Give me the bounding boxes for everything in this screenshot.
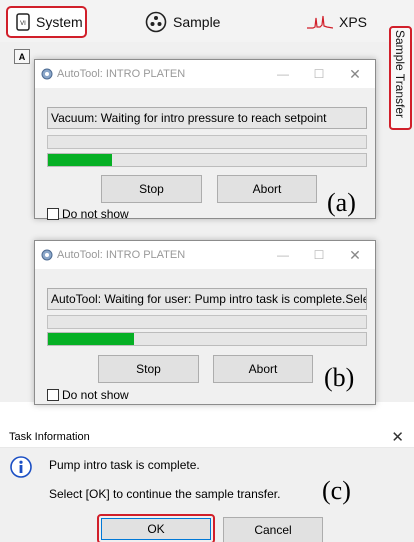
checkbox-label: Do not show: [62, 207, 129, 221]
dialog-a-title: AutoTool: INTRO PLATEN: [57, 68, 186, 80]
tab-system[interactable]: VI System: [6, 6, 87, 38]
do-not-show-checkbox-a[interactable]: Do not show: [47, 207, 129, 221]
checkbox-box[interactable]: [47, 208, 59, 220]
svg-text:VI: VI: [20, 21, 26, 27]
autotool-dialog-a: AutoTool: INTRO PLATEN — ☐ ✕ Vacuum: Wai…: [34, 59, 376, 221]
ok-button[interactable]: OK: [101, 518, 211, 540]
close-icon[interactable]: ✕: [337, 60, 373, 88]
dialog-b-message: AutoTool: Waiting for user: Pump intro t…: [47, 288, 367, 310]
info-icon: [10, 456, 32, 481]
abort-button[interactable]: Abort: [213, 355, 313, 383]
dialog-a-empty-bar: [47, 135, 367, 149]
zoom-tool-icon[interactable]: A: [14, 49, 30, 64]
side-tab-sample-transfer[interactable]: Sample Transfer: [389, 26, 412, 130]
top-tab-bar: VI System Sample XPS: [0, 0, 414, 42]
spectrum-icon: [307, 14, 333, 30]
task-dialog-title: Task Information: [9, 431, 90, 443]
maximize-icon[interactable]: ☐: [301, 60, 337, 88]
task-dialog-titlebar[interactable]: Task Information ✕: [0, 426, 414, 448]
dialog-a-progress-bar: [47, 153, 367, 167]
tab-xps-label: XPS: [339, 14, 368, 30]
gear-app-icon: [41, 68, 53, 80]
dialog-b-titlebar[interactable]: AutoTool: INTRO PLATEN — ☐ ✕: [35, 241, 375, 269]
minimize-icon[interactable]: —: [265, 241, 301, 269]
dialog-b-progress-bar: [47, 332, 367, 346]
stop-button[interactable]: Stop: [98, 355, 199, 383]
dialog-a-progress-fill: [48, 154, 112, 166]
monitor-icon: VI: [16, 13, 30, 31]
side-tab-label: Sample Transfer: [393, 30, 407, 119]
tab-sample-label: Sample: [173, 14, 221, 30]
do-not-show-checkbox-b[interactable]: Do not show: [47, 388, 129, 402]
ok-button-highlight[interactable]: OK: [97, 514, 215, 542]
panel-label-b: (b): [324, 363, 355, 392]
close-icon[interactable]: ✕: [337, 241, 373, 269]
panel-label-c: (c): [322, 476, 351, 505]
task-message-line1: Pump intro task is complete.: [49, 458, 200, 472]
cancel-button[interactable]: Cancel: [223, 517, 323, 542]
tab-system-label: System: [36, 14, 83, 30]
task-information-dialog: Task Information ✕ Pump intro task is co…: [0, 426, 414, 542]
dialog-b-empty-bar: [47, 315, 367, 329]
dialog-b-progress-fill: [48, 333, 134, 345]
checkbox-label: Do not show: [62, 388, 129, 402]
maximize-icon[interactable]: ☐: [301, 241, 337, 269]
panel-label-a: (a): [327, 188, 356, 217]
checkbox-box[interactable]: [47, 389, 59, 401]
minimize-icon[interactable]: —: [265, 60, 301, 88]
close-icon[interactable]: ✕: [391, 428, 404, 446]
dialog-a-titlebar[interactable]: AutoTool: INTRO PLATEN — ☐ ✕: [35, 60, 375, 88]
dialog-a-message: Vacuum: Waiting for intro pressure to re…: [47, 107, 367, 129]
task-message-line2: Select [OK] to continue the sample trans…: [49, 487, 281, 501]
tab-xps[interactable]: XPS: [307, 6, 367, 38]
tab-sample[interactable]: Sample: [145, 6, 220, 38]
sample-holder-icon: [145, 11, 167, 33]
stop-button[interactable]: Stop: [101, 175, 202, 203]
gear-app-icon: [41, 249, 53, 261]
autotool-dialog-b: AutoTool: INTRO PLATEN — ☐ ✕ AutoTool: W…: [34, 240, 376, 405]
abort-button[interactable]: Abort: [217, 175, 317, 203]
dialog-b-title: AutoTool: INTRO PLATEN: [57, 249, 186, 261]
